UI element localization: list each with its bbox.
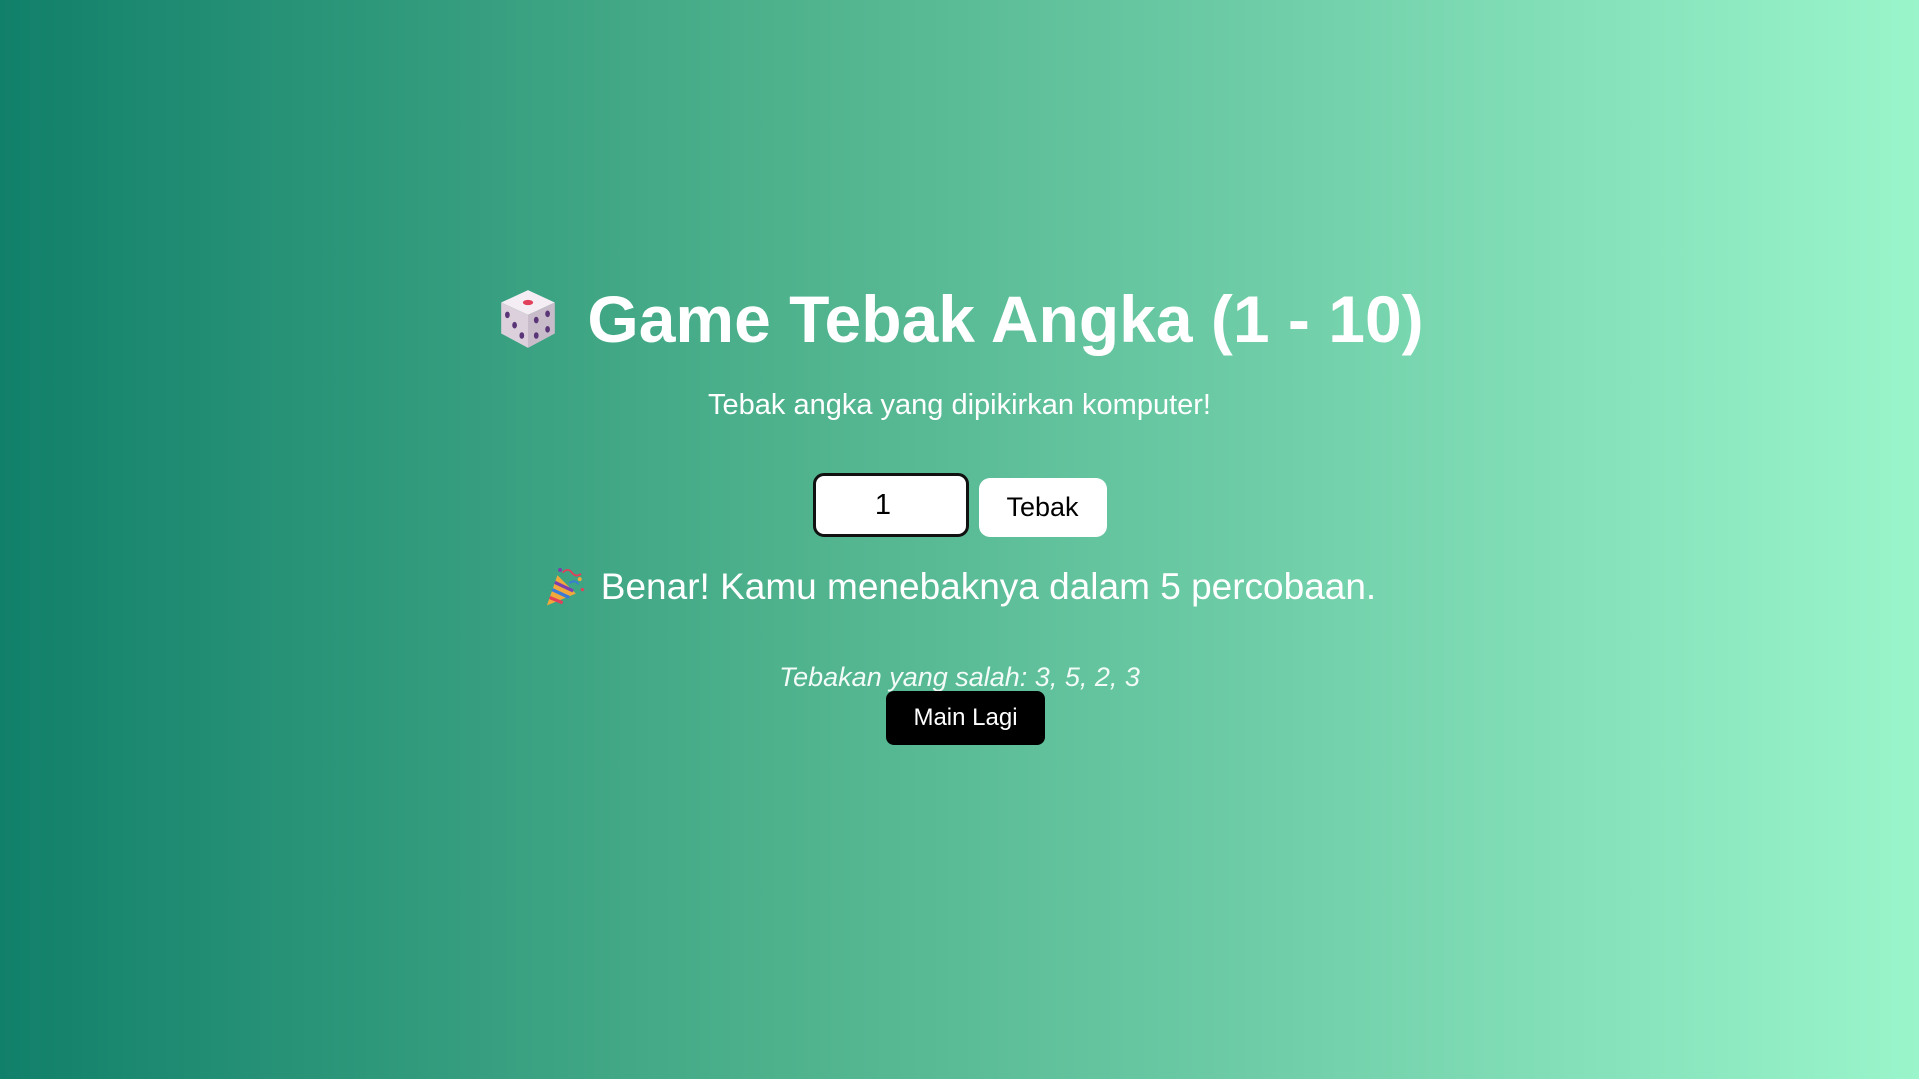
party-popper-icon bbox=[546, 567, 584, 606]
restart-row: Main Lagi bbox=[0, 691, 1919, 745]
page-title: Game Tebak Angka (1 - 10) bbox=[0, 279, 1919, 359]
result-text: Benar! Kamu menebaknya dalam 5 percobaan… bbox=[600, 566, 1377, 607]
title-text: Game Tebak Angka (1 - 10) bbox=[587, 282, 1424, 356]
guess-input[interactable] bbox=[812, 473, 969, 537]
play-again-button[interactable]: Main Lagi bbox=[886, 691, 1045, 745]
result-message: Benar! Kamu menebaknya dalam 5 percobaan… bbox=[0, 562, 1919, 612]
guess-form: Tebak bbox=[0, 473, 1919, 537]
guess-button[interactable]: Tebak bbox=[978, 477, 1107, 537]
dice-icon bbox=[501, 290, 556, 348]
subtitle: Tebak angka yang dipikirkan komputer! bbox=[708, 389, 1211, 421]
